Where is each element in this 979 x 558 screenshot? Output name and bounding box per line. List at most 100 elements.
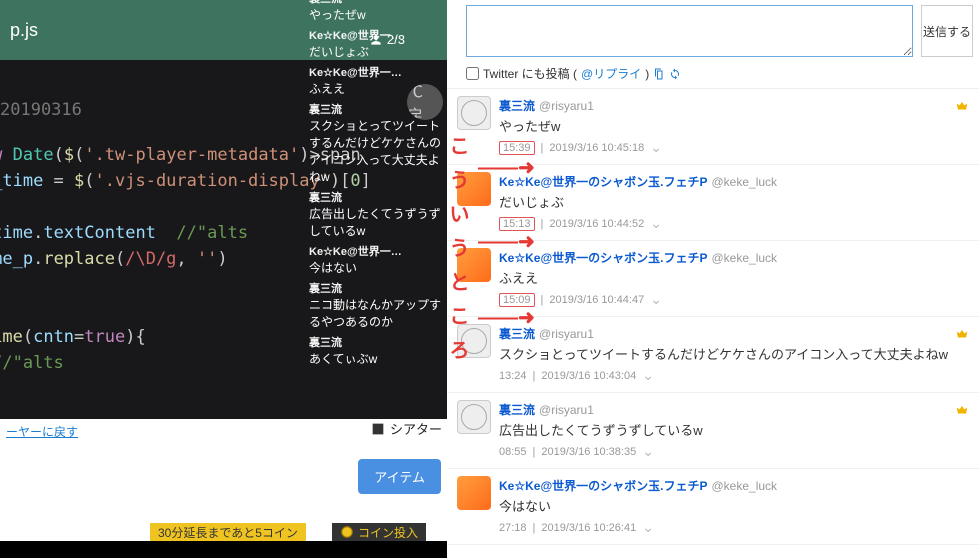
- comment-handle[interactable]: @keke_luck: [711, 251, 777, 265]
- coin-insert-button[interactable]: コイン投入: [332, 523, 426, 541]
- comment-author[interactable]: 裏三流: [499, 99, 535, 113]
- comment-text: スクショとってツイートするんだけどケケさんのアイコン入って大丈夫よねw: [499, 344, 969, 363]
- annotation-vertical: こういうところ: [447, 130, 472, 368]
- overlay-chat-name: 裏三流: [309, 101, 443, 117]
- coin-extend-bar: 30分延長まであと5コイン: [150, 523, 306, 541]
- comment-meta: 27:18 | 2019/3/16 10:26:41 ⌄: [499, 519, 969, 536]
- submit-button[interactable]: 送信する: [921, 5, 973, 57]
- theater-icon: [370, 421, 386, 437]
- comment-handle[interactable]: @keke_luck: [711, 479, 777, 493]
- chevron-down-icon[interactable]: ⌄: [650, 291, 662, 308]
- overlay-chat-name: 裏三流: [309, 189, 443, 205]
- overlay-chat-msg: 裏三流やったぜw: [305, 0, 447, 25]
- comment-text: 今はない: [499, 496, 969, 515]
- overlay-chat-msg: Ke☆Ke@世界一…だいじょぶ: [305, 25, 447, 62]
- annotation-letter: い: [447, 198, 472, 232]
- overlay-chat-name: 裏三流: [309, 334, 443, 350]
- live-timestamp: 13:24: [499, 370, 527, 382]
- chevron-down-icon[interactable]: ⌄: [642, 443, 654, 460]
- comment-meta: 15:39 | 2019/3/16 10:45:18 ⌄: [499, 139, 969, 156]
- comment-handle[interactable]: @risyaru1: [539, 403, 594, 417]
- comment-meta: 13:24 | 2019/3/16 10:43:04 ⌄: [499, 367, 969, 384]
- video-player-pane: p.js 2/3 ℃ 戻 20190316 new Date($('.tw-pl…: [0, 0, 447, 558]
- comment-meta: 15:09 | 2019/3/16 10:44:47 ⌄: [499, 291, 969, 308]
- overlay-chat-msg: Ke☆Ke@世界一…ふええ: [305, 62, 447, 99]
- comment-author[interactable]: Ke☆Ke@世界一のシャボン玉.フェチP: [499, 479, 707, 493]
- chevron-down-icon[interactable]: ⌄: [650, 139, 662, 156]
- crown-icon: [955, 327, 969, 341]
- overlay-chat-body: 今はない: [309, 259, 443, 276]
- refresh-icon[interactable]: [669, 68, 681, 80]
- overlay-chat-name: 裏三流: [309, 0, 443, 6]
- live-timestamp: 08:55: [499, 446, 527, 458]
- overlay-chat-name: 裏三流: [309, 280, 443, 296]
- twitter-checkbox[interactable]: [466, 67, 479, 80]
- avatar[interactable]: [457, 400, 491, 434]
- annotation-letter: と: [447, 266, 472, 300]
- annotation-letter: こ: [447, 130, 472, 164]
- chevron-down-icon[interactable]: ⌄: [642, 367, 654, 384]
- comment-row[interactable]: Ke☆Ke@世界一のシャボン玉.フェチP @keke_luck 今はない 27:18 …: [447, 469, 979, 545]
- comment-date: 2019/3/16 10:45:18: [549, 142, 644, 154]
- overlay-chat-body: だいじょぶ: [309, 43, 443, 60]
- comment-meta: 15:13 | 2019/3/16 10:44:52 ⌄: [499, 215, 969, 232]
- comment-body: 裏三流@risyaru1スクショとってツイートするんだけどケケさんのアイコン入っ…: [499, 325, 969, 384]
- comment-handle[interactable]: @risyaru1: [539, 99, 594, 113]
- overlay-chat-body: ニコ動はなんかアップするやつあるのか: [309, 296, 443, 330]
- twitter-reply-link[interactable]: @リプライ: [581, 65, 641, 82]
- overlay-chat-msg: Ke☆Ke@世界一…今はない: [305, 241, 447, 278]
- overlay-chat-msg: 裏三流広告出したくてうずうずしているw: [305, 187, 447, 241]
- item-button[interactable]: アイテム: [358, 459, 441, 494]
- filename: p.js: [10, 20, 38, 41]
- overlay-chat-msg: 裏三流ニコ動はなんかアップするやつあるのか: [305, 278, 447, 332]
- comment-handle[interactable]: @keke_luck: [711, 175, 777, 189]
- comment-body: Ke☆Ke@世界一のシャボン玉.フェチP@keke_luckだいじょぶ15:13…: [499, 173, 969, 232]
- overlay-chat-name: Ke☆Ke@世界一…: [309, 64, 443, 80]
- overlay-chat-name: Ke☆Ke@世界一…: [309, 243, 443, 259]
- crown-icon: [955, 403, 969, 417]
- annotation-arrow: ——➜: [478, 155, 535, 180]
- annotation-letter: う: [447, 164, 472, 198]
- overlay-chat-body: スクショとってツイートするんだけどケケさんのアイコン入って大丈夫よねw: [309, 117, 443, 185]
- overlay-chat-body: やったぜw: [309, 6, 443, 23]
- comment-date: 2019/3/16 10:38:35: [541, 446, 636, 458]
- comment-author[interactable]: 裏三流: [499, 403, 535, 417]
- annotation-letter: ろ: [447, 334, 472, 368]
- comment-input[interactable]: [466, 5, 913, 57]
- overlay-chat-body: ふええ: [309, 80, 443, 97]
- overlay-chat-msg: 裏三流スクショとってツイートするんだけどケケさんのアイコン入って大丈夫よねw: [305, 99, 447, 187]
- overlay-chat-msg: 裏三流あくてぃぶw: [305, 332, 447, 369]
- avatar[interactable]: [457, 96, 491, 130]
- comment-date: 2019/3/16 10:44:47: [549, 294, 644, 306]
- annotation-arrow: ——➜: [478, 305, 535, 330]
- coin-icon: [340, 525, 354, 539]
- comment-body: 裏三流@risyaru1やったぜw15:39 | 2019/3/16 10:45…: [499, 97, 969, 156]
- chevron-down-icon[interactable]: ⌄: [642, 519, 654, 536]
- copy-icon[interactable]: [653, 68, 665, 80]
- comment-date: 2019/3/16 10:44:52: [549, 218, 644, 230]
- comment-meta: 08:55 | 2019/3/16 10:38:35 ⌄: [499, 443, 969, 460]
- comment-body: Ke☆Ke@世界一のシャボン玉.フェチP@keke_luckふええ15:09 |…: [499, 249, 969, 308]
- chevron-down-icon[interactable]: ⌄: [650, 215, 662, 232]
- comment-row[interactable]: 裏三流@risyaru1広告出したくてうずうずしているw08:55 | 2019…: [447, 393, 979, 469]
- comment-row[interactable]: 裏三流@risyaru1やったぜw15:39 | 2019/3/16 10:45…: [447, 89, 979, 165]
- overlay-chat-body: あくてぃぶw: [309, 350, 443, 367]
- comment-body: 裏三流@risyaru1広告出したくてうずうずしているw08:55 | 2019…: [499, 401, 969, 460]
- overlay-chat-name: Ke☆Ke@世界一…: [309, 27, 443, 43]
- comment-pane: 送信する Twitter にも投稿 (@リプライ) 裏三流@risyaru1やっ…: [447, 0, 979, 558]
- annotation-letter: こ: [447, 300, 472, 334]
- twitter-crosspost-row: Twitter にも投稿 (@リプライ): [447, 63, 979, 88]
- avatar[interactable]: [457, 476, 491, 510]
- comment-date: 2019/3/16 10:26:41: [541, 522, 636, 534]
- theater-toggle[interactable]: シアター: [370, 419, 442, 438]
- player-restore-link[interactable]: ーヤーに戻す: [0, 419, 84, 444]
- compose-row: 送信する: [447, 0, 979, 63]
- black-bottom-bar: [0, 541, 447, 558]
- comment-text: ふええ: [499, 268, 969, 287]
- comment-text: だいじょぶ: [499, 192, 969, 211]
- crown-icon: [955, 99, 969, 113]
- overlay-chat-body: 広告出したくてうずうずしているw: [309, 205, 443, 239]
- annotation-arrow: ——➜: [478, 229, 535, 254]
- overlay-chat: 裏三流やったぜwKe☆Ke@世界一…だいじょぶKe☆Ke@世界一…ふええ裏三流ス…: [305, 0, 447, 369]
- comment-handle[interactable]: @risyaru1: [539, 327, 594, 341]
